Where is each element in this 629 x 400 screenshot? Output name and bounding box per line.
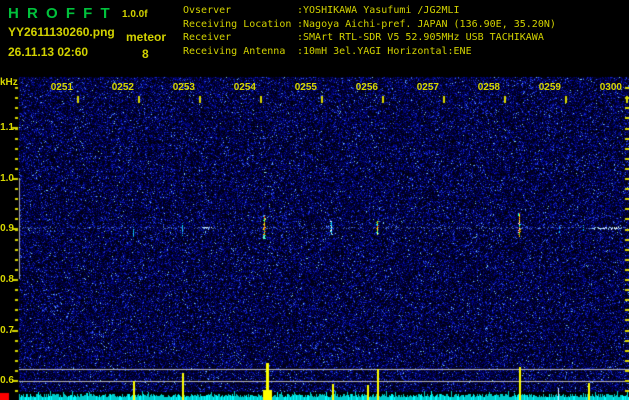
hrofft-screen: H R O F F T 1.0.0f YY2611130260.png mete… — [0, 0, 629, 400]
info-label: Ovserver — [183, 5, 232, 16]
info-value: :Nagoya Aichi-pref. JAPAN (136.90E, 35.2… — [297, 18, 556, 30]
info-value: :YOSHIKAWA Yasufumi /JG2MLI — [297, 5, 460, 16]
info-value: :10mH 3el.YAGI Horizontal:ENE — [297, 45, 472, 57]
app-title: H R O F F T — [8, 5, 112, 22]
app-header-left: H R O F F T 1.0.0f YY2611130260.png mete… — [0, 0, 182, 77]
info-value: :SMArt RTL-SDR V5 52.905MHz USB TACHIKAW… — [297, 32, 544, 44]
meteor-count: 8 — [142, 47, 149, 61]
station-info: Ovserver :YOSHIKAWA Yasufumi /JG2MLI Rece… — [183, 4, 629, 58]
datetime-label: 26.11.13 02:60 — [8, 45, 89, 59]
info-row-receiver: Receiver :SMArt RTL-SDR V5 52.905MHz USB … — [183, 31, 629, 45]
info-row-observer: Ovserver :YOSHIKAWA Yasufumi /JG2MLI — [183, 4, 629, 18]
info-row-antenna: Receiving Antenna :10mH 3el.YAGI Horizont… — [183, 45, 629, 59]
info-row-location: Receiving Location :Nagoya Aichi-pref. JA… — [183, 18, 629, 32]
info-label: Receiver — [183, 32, 232, 44]
app-version: 1.0.0f — [122, 9, 148, 20]
output-filename: YY2611130260.png — [8, 25, 115, 39]
mode-label: meteor — [126, 30, 167, 44]
info-label: Receiving Antenna — [183, 45, 286, 57]
info-label: Receiving Location — [183, 18, 292, 30]
